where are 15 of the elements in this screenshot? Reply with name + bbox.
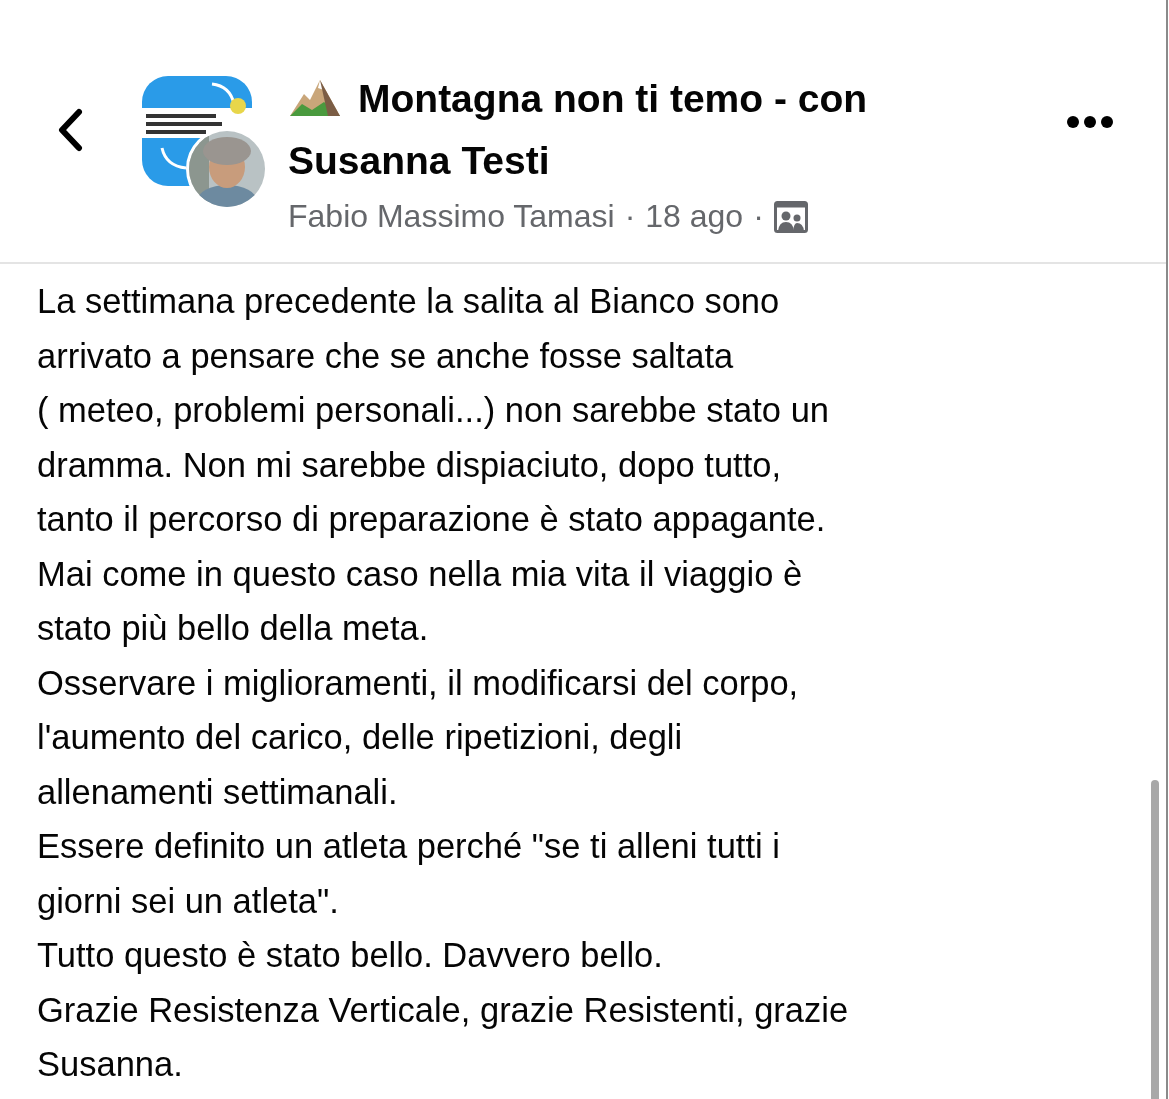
post-paragraph: Grazie Resistenza Verticale, grazie Resistenti, grazie Susanna. [37,989,850,1085]
post-paragraph: Osservare i miglioramenti, il modificarsi del corpo, l'aumento del carico, delle ripetizioni, degli allenamenti settimanali. [37,662,800,813]
group-title[interactable]: Montagna non ti temo - con Susanna Testi [288,68,1060,192]
post-paragraph: Mai come in questo caso nella mia vita il viaggio è stato più bello della meta. [37,553,804,649]
separator: · [624,198,636,235]
post-paragraph: La settimana precedente la salita al Bianco sono arrivato a pensare che se anche fosse saltata ( meteo, problemi personali...) non sarebbe stato un dramma. Non mi sarebbe dispiaciuto, dopo tutto, tanto il percorso di preparazione è stato appagante. [37,281,831,540]
post-time[interactable]: 18 ago [645,198,744,235]
group-audience-icon [773,200,808,233]
back-icon [57,108,83,152]
separator: · [753,198,764,235]
post-paragraph: Tutto questo è stato bello. Davvero bello. [37,935,664,976]
more-icon [1066,115,1114,129]
post-paragraph: Essere definito un atleta perché "se ti alleni tutti i giorni sei un atleta". [37,826,781,922]
scrollbar[interactable] [1151,780,1159,1099]
author-name[interactable]: Fabio Massimo Tamasi [288,198,615,235]
